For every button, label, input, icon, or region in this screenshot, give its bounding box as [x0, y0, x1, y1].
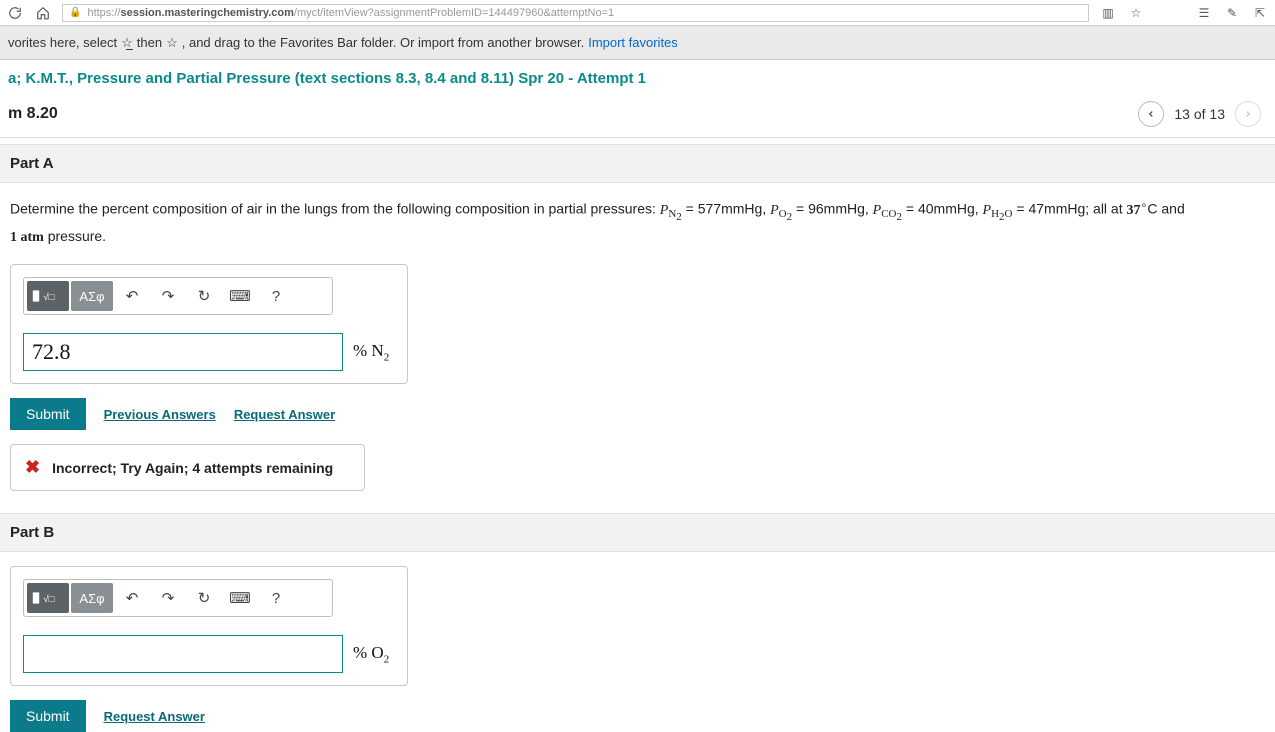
- template-icon[interactable]: √□: [27, 583, 69, 613]
- svg-text:√□: √□: [43, 594, 54, 605]
- request-answer-link[interactable]: Request Answer: [234, 407, 335, 422]
- notes-icon[interactable]: ✎: [1223, 4, 1241, 22]
- incorrect-icon: ✖: [25, 457, 40, 478]
- star-icon: ☆: [166, 35, 178, 51]
- lock-icon: 🔒: [69, 7, 81, 18]
- favorites-hint-bar: vorites here, select ☆̲ then ☆ , and dra…: [0, 26, 1275, 60]
- redo-icon[interactable]: ↷: [151, 583, 185, 613]
- next-problem-button[interactable]: [1235, 101, 1261, 127]
- greek-symbols-button[interactable]: ΑΣφ: [71, 583, 113, 613]
- part-a-actions: Submit Previous Answers Request Answer: [10, 398, 1265, 430]
- help-icon[interactable]: ?: [259, 281, 293, 311]
- home-icon[interactable]: [34, 4, 52, 22]
- part-a-submit-button[interactable]: Submit: [10, 398, 86, 430]
- reset-icon[interactable]: ↻: [187, 583, 221, 613]
- part-b-actions: Submit Request Answer: [10, 700, 1265, 732]
- part-b-header: Part B: [0, 513, 1275, 552]
- help-icon[interactable]: ?: [259, 583, 293, 613]
- part-a-unit-label: % N2: [353, 341, 389, 363]
- keyboard-icon[interactable]: ⌨: [223, 281, 257, 311]
- problem-header-row: m 8.20 13 of 13: [0, 95, 1275, 138]
- import-favorites-link[interactable]: Import favorites: [588, 35, 678, 50]
- share-icon[interactable]: ⇱: [1251, 4, 1269, 22]
- prev-problem-button[interactable]: [1138, 101, 1164, 127]
- part-a-answer-box: √□ ΑΣφ ↶ ↷ ↻ ⌨ ? % N2: [10, 264, 408, 384]
- part-b-toolbar: √□ ΑΣφ ↶ ↷ ↻ ⌨ ?: [23, 579, 333, 617]
- problem-title: m 8.20: [8, 105, 58, 123]
- reset-icon[interactable]: ↻: [187, 281, 221, 311]
- feedback-message: Incorrect; Try Again; 4 attempts remaini…: [52, 460, 333, 476]
- part-a-answer-input[interactable]: [23, 333, 343, 371]
- favbar-text: then: [137, 35, 162, 50]
- part-a-header: Part A: [0, 144, 1275, 183]
- reading-view-icon[interactable]: ▥: [1099, 4, 1117, 22]
- star-outline-icon: ☆̲: [121, 35, 133, 51]
- browser-toolbar: 🔒 https://session.masteringchemistry.com…: [0, 0, 1275, 26]
- part-b-submit-button[interactable]: Submit: [10, 700, 86, 732]
- part-b-unit-label: % O2: [353, 643, 389, 665]
- undo-icon[interactable]: ↶: [115, 583, 149, 613]
- greek-symbols-button[interactable]: ΑΣφ: [71, 281, 113, 311]
- template-icon[interactable]: √□: [27, 281, 69, 311]
- part-a-feedback: ✖ Incorrect; Try Again; 4 attempts remai…: [10, 444, 365, 491]
- problem-nav: 13 of 13: [1138, 101, 1261, 127]
- url-bar[interactable]: 🔒 https://session.masteringchemistry.com…: [62, 4, 1089, 22]
- part-b-answer-box: √□ ΑΣφ ↶ ↷ ↻ ⌨ ? % O2: [10, 566, 408, 686]
- refresh-icon[interactable]: [6, 4, 24, 22]
- assignment-title: a; K.M.T., Pressure and Partial Pressure…: [0, 60, 1275, 95]
- request-answer-link[interactable]: Request Answer: [104, 709, 205, 724]
- problem-counter: 13 of 13: [1174, 106, 1225, 122]
- undo-icon[interactable]: ↶: [115, 281, 149, 311]
- favbar-text: vorites here, select: [8, 35, 117, 50]
- favorite-star-icon[interactable]: ☆: [1127, 4, 1145, 22]
- favorites-icon[interactable]: ☰: [1195, 4, 1213, 22]
- keyboard-icon[interactable]: ⌨: [223, 583, 257, 613]
- url-text: https://session.masteringchemistry.com/m…: [87, 7, 614, 19]
- part-b-answer-input[interactable]: [23, 635, 343, 673]
- redo-icon[interactable]: ↷: [151, 281, 185, 311]
- part-a-problem-text: Determine the percent composition of air…: [0, 183, 1275, 264]
- svg-text:√□: √□: [43, 292, 54, 303]
- previous-answers-link[interactable]: Previous Answers: [104, 407, 216, 422]
- favbar-text: , and drag to the Favorites Bar folder. …: [182, 35, 584, 50]
- part-a-toolbar: √□ ΑΣφ ↶ ↷ ↻ ⌨ ?: [23, 277, 333, 315]
